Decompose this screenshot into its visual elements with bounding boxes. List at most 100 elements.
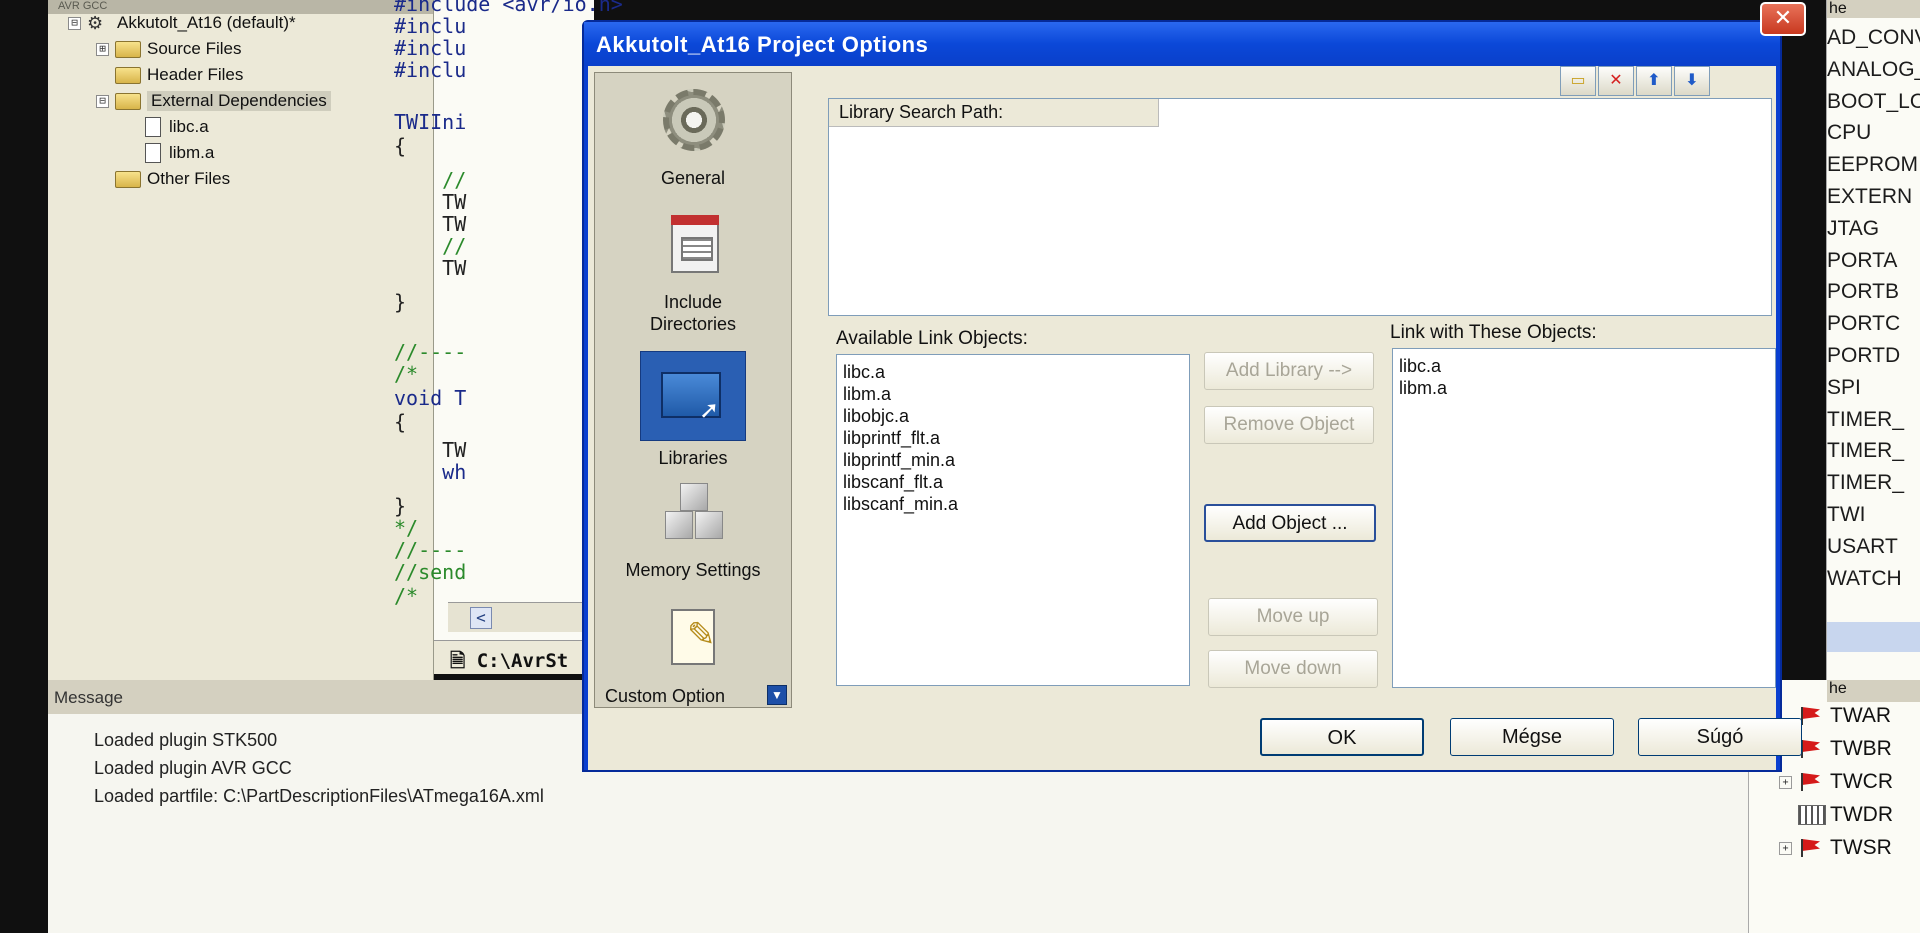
nav-item-libraries[interactable]: Libraries <box>595 351 791 469</box>
list-item[interactable]: libprintf_min.a <box>843 449 1183 471</box>
register-flag-icon <box>1798 771 1826 793</box>
io-view-panel: he AD_CONV ANALOG_ BOOT_LO CPU EEPROM EXTERN J… <box>1826 0 1920 680</box>
add-object-button[interactable]: Add Object ... <box>1204 504 1376 542</box>
nav-item-general[interactable]: General <box>595 81 791 189</box>
delete-icon[interactable]: ✕ <box>1598 66 1634 96</box>
register-item[interactable]: TWDR <box>1779 803 1893 827</box>
nav-item-custom-options[interactable]: Custom Option <box>595 599 791 707</box>
code-line: // <box>394 168 467 192</box>
move-down-icon[interactable]: ⬇ <box>1674 66 1710 96</box>
tree-item[interactable]: libc.a <box>68 114 331 140</box>
io-module-item[interactable]: PORTC <box>1827 312 1900 336</box>
expander-icon[interactable]: ⊟ <box>96 94 109 108</box>
available-link-objects-list[interactable]: libc.a libm.a libobjc.a libprintf_flt.a libp… <box>836 354 1190 686</box>
io-module-item[interactable]: TIMER_ <box>1827 408 1904 432</box>
folder-icon <box>115 40 141 58</box>
chevron-down-icon[interactable]: ▼ <box>767 685 787 705</box>
file-icon: 🗎 <box>450 650 477 672</box>
move-up-button[interactable]: Move up <box>1208 598 1378 636</box>
code-line: TW <box>394 256 467 280</box>
io-module-item[interactable]: TIMER_ <box>1827 439 1904 463</box>
register-label: TWAR <box>1830 704 1892 727</box>
library-search-path-header: Library Search Path: <box>829 99 1159 127</box>
nav-item-include-directories[interactable]: Include Directories <box>595 205 791 335</box>
expander-icon[interactable]: ⊟ <box>68 16 81 30</box>
register-label: TWSR <box>1830 836 1892 859</box>
tree-item[interactable]: ⊟ External Dependencies <box>68 88 331 114</box>
code-line: TW <box>394 212 467 236</box>
folder-icon <box>115 92 141 110</box>
list-item[interactable]: libm.a <box>843 383 1183 405</box>
code-line: /* <box>394 362 419 386</box>
link-with-objects-label: Link with These Objects: <box>1390 322 1597 343</box>
search-path-toolbar: ▭ ✕ ⬆ ⬇ <box>1560 66 1710 96</box>
io-view-selection-band <box>1827 622 1920 652</box>
expander-icon[interactable]: + <box>1779 775 1792 789</box>
io-module-item[interactable]: PORTA <box>1827 249 1897 273</box>
register-item[interactable]: + TWSR <box>1779 836 1892 860</box>
io-module-item[interactable]: PORTB <box>1827 280 1899 304</box>
tree-item-label: libc.a <box>169 117 209 136</box>
cancel-button[interactable]: Mégse <box>1450 718 1614 756</box>
remove-object-button[interactable]: Remove Object <box>1204 406 1374 444</box>
code-line: // <box>394 234 467 258</box>
scroll-left-arrow-icon[interactable]: < <box>470 607 492 629</box>
io-module-item[interactable]: TWI <box>1827 503 1865 527</box>
list-item[interactable]: libscanf_flt.a <box>843 471 1183 493</box>
code-line: void T <box>394 386 467 410</box>
library-search-path-list[interactable]: Library Search Path: <box>828 98 1772 316</box>
list-item[interactable]: libprintf_flt.a <box>843 427 1183 449</box>
code-line: */ <box>394 516 419 540</box>
move-down-button[interactable]: Move down <box>1208 650 1378 688</box>
io-view-header: he <box>1827 0 1920 18</box>
expander-icon[interactable]: ⊞ <box>96 42 109 56</box>
tree-item[interactable]: ⊞ Source Files <box>68 36 331 62</box>
close-button[interactable]: ✕ <box>1760 2 1806 36</box>
io-module-item[interactable]: AD_CONV <box>1827 26 1920 50</box>
editor-tab[interactable]: 🗎 C:\AvrSt <box>434 640 594 674</box>
list-item[interactable]: libobjc.a <box>843 405 1183 427</box>
io-module-item[interactable]: WATCH <box>1827 567 1902 591</box>
io-module-item[interactable]: BOOT_LO <box>1827 90 1920 114</box>
tree-item-label: External Dependencies <box>147 91 331 111</box>
add-library-button[interactable]: Add Library --> <box>1204 352 1374 390</box>
register-label: TWBR <box>1830 737 1892 760</box>
tree-item[interactable]: Other Files <box>68 166 331 192</box>
io-module-item[interactable]: USART <box>1827 535 1898 559</box>
ok-button[interactable]: OK <box>1260 718 1424 756</box>
dialog-titlebar[interactable]: Akkutolt_At16 Project Options <box>584 22 1780 66</box>
io-module-item[interactable]: EEPROM <box>1827 153 1918 177</box>
io-module-item[interactable]: ANALOG_ <box>1827 58 1920 82</box>
tree-item[interactable]: libm.a <box>68 140 331 166</box>
register-flag-icon <box>1798 705 1826 727</box>
register-item[interactable]: + TWCR <box>1779 770 1893 794</box>
list-item[interactable]: libscanf_min.a <box>843 493 1183 515</box>
horizontal-scrollbar[interactable]: < <box>448 602 594 632</box>
gear-icon <box>653 81 733 161</box>
nav-item-memory-settings[interactable]: Memory Settings <box>595 473 791 581</box>
tree-item-label: Source Files <box>147 39 242 58</box>
register-label: TWDR <box>1830 803 1893 826</box>
list-item[interactable]: libm.a <box>1399 377 1769 399</box>
tree-item[interactable]: Header Files <box>68 62 331 88</box>
io-module-item[interactable]: JTAG <box>1827 217 1879 241</box>
io-module-item[interactable]: SPI <box>1827 376 1861 400</box>
io-module-item[interactable]: EXTERN <box>1827 185 1912 209</box>
memory-cubes-icon <box>653 473 733 553</box>
move-up-icon[interactable]: ⬆ <box>1636 66 1672 96</box>
folder-icon <box>115 66 141 84</box>
help-button[interactable]: Súgó <box>1638 718 1802 756</box>
new-folder-icon[interactable]: ▭ <box>1560 66 1596 96</box>
io-module-item[interactable]: CPU <box>1827 121 1871 145</box>
link-with-objects-list[interactable]: libc.a libm.a <box>1392 348 1776 688</box>
code-line: TWIIni <box>394 110 467 134</box>
list-item[interactable]: libc.a <box>843 361 1183 383</box>
expander-icon[interactable]: + <box>1779 841 1792 855</box>
code-line: } <box>394 290 407 314</box>
code-editor[interactable]: #include <avr/io.h> #inclu #inclu #inclu TWI… <box>394 0 623 674</box>
code-line: #inclu <box>394 14 467 38</box>
list-item[interactable]: libc.a <box>1399 355 1769 377</box>
io-module-item[interactable]: TIMER_ <box>1827 471 1904 495</box>
tree-item[interactable]: ⊟ ⚙ Akkutolt_At16 (default)* <box>68 10 331 36</box>
io-module-item[interactable]: PORTD <box>1827 344 1900 368</box>
